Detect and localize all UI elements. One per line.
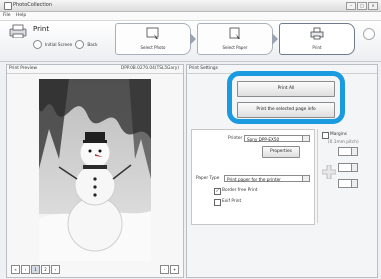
settings-title: Print Settings <box>189 66 218 71</box>
margin-right-stepper[interactable] <box>338 179 358 188</box>
printer-settings-box: Printer Sony DPP-EX50 Properties Paper T… <box>191 129 315 225</box>
select-paper-icon <box>229 27 240 39</box>
margins-box: Margins (0.1mm pitch) <box>317 129 374 223</box>
app-logo-icon <box>4 2 12 10</box>
step-select-photo[interactable]: Select Photo <box>115 23 191 55</box>
help-icon[interactable] <box>363 28 375 40</box>
step-select-paper[interactable]: Select Paper <box>197 23 273 55</box>
page-title: Print <box>33 25 50 33</box>
step-arrow-icon <box>190 33 196 45</box>
printer-select[interactable]: Sony DPP-EX50 <box>244 135 310 142</box>
print-window: PhotoCollection – □ × File Help Print In… <box>0 0 381 279</box>
page-2-button[interactable]: 2 <box>41 265 50 274</box>
select-photo-icon <box>146 27 159 39</box>
margin-top-stepper[interactable] <box>338 147 358 156</box>
print-preview-panel: Print Preview DPP.0B.0270.04(TSL5Gary) «… <box>6 64 184 278</box>
highlight-outline <box>227 71 345 124</box>
preview-pager: « ‹ 1 2 › <box>11 265 60 274</box>
paper-type-select[interactable]: Print paper for the printer <box>224 175 310 182</box>
menu-file[interactable]: File <box>3 13 11 18</box>
printer-value: Sony DPP-EX50 <box>247 137 280 142</box>
step-label: Print <box>312 45 322 50</box>
paper-type-value: Print paper for the printer <box>227 177 281 182</box>
next-page-button[interactable]: › <box>51 265 60 274</box>
window-title: PhotoCollection <box>13 2 52 8</box>
exif-label: Exif Print <box>222 199 242 204</box>
maximize-button[interactable]: □ <box>357 2 367 10</box>
print-settings-panel: Print Settings Print All Print the selec… <box>186 64 378 278</box>
step-label: Select Paper <box>222 45 248 50</box>
menu-help[interactable]: Help <box>16 13 26 18</box>
back-link[interactable]: Back <box>87 42 97 47</box>
toolbar: Print Initial Screen Back Select Photo S… <box>0 21 381 62</box>
zoom-in-button[interactable]: + <box>170 265 179 274</box>
margin-left-stepper[interactable] <box>338 163 358 172</box>
paper-type-label: Paper Type <box>196 176 220 181</box>
printer-icon <box>9 24 27 38</box>
exif-checkbox[interactable] <box>214 199 221 206</box>
minimize-button[interactable]: – <box>346 2 356 10</box>
borderless-checkbox[interactable]: ✓ <box>214 188 221 195</box>
home-icon[interactable] <box>33 40 42 49</box>
properties-button[interactable]: Properties <box>262 146 300 158</box>
step-tabs: Select Photo Select Paper Print <box>115 23 355 57</box>
margins-label: Margins <box>330 132 347 137</box>
borderless-label: Border free Print <box>222 188 258 193</box>
page-1-button[interactable]: 1 <box>31 265 40 274</box>
preview-title: Print Preview <box>9 66 37 71</box>
photo-info: DPP.0B.0270.04(TSL5Gary) <box>120 66 179 71</box>
photo-preview-image[interactable] <box>39 79 151 261</box>
printer-label: Printer <box>228 136 243 141</box>
step-label: Select Photo <box>140 45 166 50</box>
margins-checkbox[interactable] <box>322 132 329 139</box>
chevron-down-icon[interactable] <box>302 176 309 181</box>
direction-pad-icon[interactable] <box>322 165 336 179</box>
step-arrow-icon <box>272 33 278 45</box>
close-button[interactable]: × <box>368 2 378 10</box>
back-icon[interactable] <box>75 40 85 49</box>
prev-page-button[interactable]: ‹ <box>21 265 30 274</box>
margins-unit: (0.1mm pitch) <box>328 140 359 145</box>
step-print[interactable]: Print <box>279 23 355 55</box>
initial-screen-link[interactable]: Initial Screen <box>45 42 72 47</box>
zoom-out-button[interactable]: - <box>160 265 169 274</box>
menu-bar: File Help <box>0 12 381 21</box>
printer-icon <box>310 27 324 40</box>
chevron-down-icon[interactable] <box>302 136 309 141</box>
title-bar: PhotoCollection – □ × <box>0 0 381 12</box>
first-page-button[interactable]: « <box>11 265 20 274</box>
